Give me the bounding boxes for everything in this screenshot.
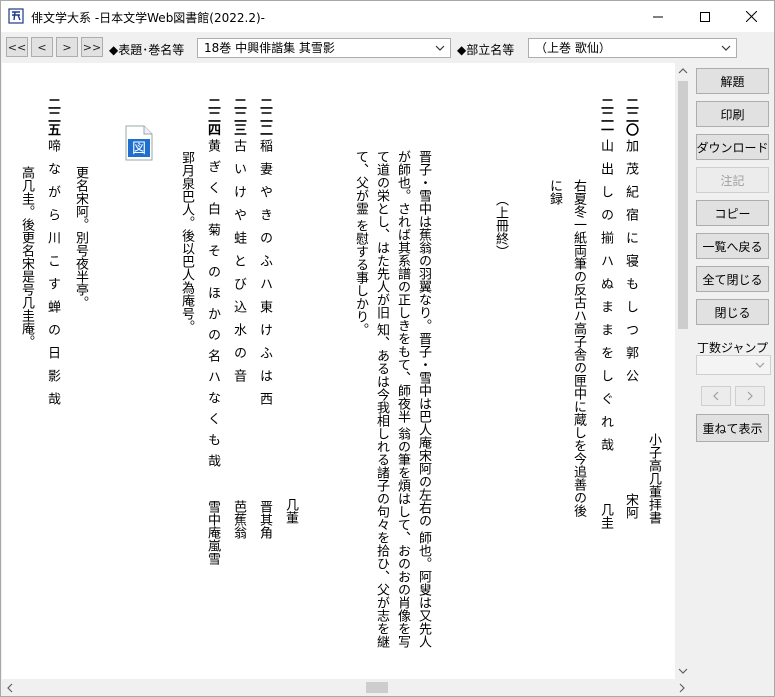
print-button[interactable]: 印刷 — [696, 101, 769, 127]
section-select-value: （上巻 歌仙） — [535, 41, 611, 55]
postscript-author: 小子高几董拝書 — [646, 433, 661, 524]
figure-icon-label: 図 — [132, 141, 146, 157]
copy-button[interactable]: コピー — [696, 200, 769, 226]
chevron-left-icon[interactable] — [6, 683, 14, 693]
verse-text: 山出しの揃ハぬままをしぐれ哉 — [598, 139, 613, 461]
verse-number: 二二四 — [205, 97, 220, 136]
minimize-icon — [653, 16, 663, 17]
verse-author: 芭蕉翁 — [231, 500, 246, 539]
prose-line: を慰する事しかり。 — [353, 219, 368, 337]
prev-page-button[interactable]: < — [31, 37, 53, 57]
chevron-left-icon — [713, 391, 719, 401]
verse-text: 啼ながら川こす蝉の日影哉 — [45, 139, 60, 415]
horizontal-scroll-thumb[interactable] — [366, 682, 388, 693]
back-to-list-button[interactable]: 一覧へ戻る — [696, 233, 769, 259]
page-jump-label: 丁数ジャンプ — [697, 341, 769, 355]
chevron-down-icon — [435, 45, 445, 51]
maximize-button[interactable] — [682, 1, 728, 32]
next-page-button[interactable]: > — [56, 37, 78, 57]
vertical-scrollbar[interactable] — [675, 63, 691, 679]
commentary-button[interactable]: 解題 — [696, 68, 769, 94]
close-all-button[interactable]: 全て閉じる — [696, 266, 769, 292]
figure-icon[interactable]: 図 — [124, 125, 154, 161]
verse-number: 二二〇 — [623, 97, 638, 136]
verse-author: 雪中庵嵐雪 — [205, 500, 220, 565]
book-icon — [8, 8, 24, 24]
note-text: に録 — [547, 179, 562, 205]
note-text: 郢月泉巴人。後以巴人為庵号。 — [179, 151, 194, 333]
verse-author: 晋其角 — [257, 500, 272, 539]
verse-number: 二二一 — [598, 97, 613, 136]
title-label: ◆表題･巻名等 — [109, 43, 185, 57]
section-select[interactable]: （上巻 歌仙） — [528, 38, 737, 58]
note-text: 右夏冬一紙両筆の反古ハ高子舎の匣中に蔵しを今追善の後 — [571, 179, 586, 517]
chevron-down-icon — [721, 45, 731, 51]
download-button[interactable]: ダウンロード — [696, 134, 769, 160]
chevron-up-icon[interactable] — [678, 67, 688, 75]
maximize-icon — [700, 11, 710, 22]
notes-button[interactable]: 注記 — [696, 167, 769, 193]
signature: 几董 — [283, 498, 298, 524]
application-window: 俳文学大系 -日本文学Web図書館(2022.2)- << < > >> ◆表題… — [0, 0, 775, 697]
page-jump-select[interactable] — [696, 355, 771, 375]
verse-text: 稲妻やきのふハ東けふは西 — [257, 139, 272, 415]
close-window-button[interactable] — [728, 1, 774, 32]
section-label: ◆部立名等 — [457, 43, 515, 57]
title-select[interactable]: 18巻 中興俳諧集 其雪影 — [197, 38, 451, 58]
minimize-button[interactable] — [635, 1, 681, 32]
title-select-value: 18巻 中興俳諧集 其雪影 — [204, 41, 335, 55]
chevron-down-icon[interactable] — [678, 667, 688, 675]
first-page-button[interactable]: << — [6, 37, 28, 57]
verse-text: 加茂紀宿に寝もしつ郭公 — [623, 139, 638, 392]
title-bar: 俳文学大系 -日本文学Web図書館(2022.2)- — [1, 1, 774, 32]
close-button[interactable]: 閉じる — [696, 299, 769, 325]
verse-author: 几圭 — [598, 503, 613, 529]
overlay-view-button[interactable]: 重ねて表示 — [696, 414, 769, 442]
verse-number: 二二三 — [231, 97, 246, 136]
verse-author: 宋阿 — [623, 493, 638, 519]
verse-number: 二二二 — [257, 97, 272, 136]
verse-text: 黄ぎく白菊そのほかの名ハなくも哉 — [205, 139, 220, 475]
text-viewer[interactable]: 小子高几董拝書 二二〇 加茂紀宿に寝もしつ郭公 宋阿 二二一 山出しの揃ハぬまま… — [2, 63, 691, 679]
window-title: 俳文学大系 -日本文学Web図書館(2022.2)- — [31, 11, 265, 25]
note-text: 更名宋阿。別号夜半亭。 — [73, 166, 88, 309]
chevron-down-icon — [755, 362, 765, 368]
chevron-right-icon — [747, 391, 753, 401]
chevron-right-icon[interactable] — [678, 683, 686, 693]
jump-next-button[interactable] — [735, 386, 765, 406]
prose-paragraph: 晋子・雪中は蕉翁の羽翼なり。晋子・雪中は巴人庵宋阿の左右の 師也。阿叟は又先人が… — [314, 150, 434, 660]
vertical-scroll-thumb[interactable] — [678, 81, 688, 329]
prose-line: 晋子・雪中は蕉翁の羽翼なり。晋子・雪中は巴人庵宋阿の左右の — [416, 150, 431, 527]
verse-text: 古いけや蛙とび込水の音 — [231, 139, 246, 392]
toolbar: << < > >> ◆表題･巻名等 18巻 中興俳諧集 其雪影 ◆部立名等 （上… — [1, 32, 774, 62]
close-icon — [745, 11, 757, 22]
note-text: 高几圭。後更名宋是号几圭庵。 — [19, 166, 34, 348]
verse-number: 二二五 — [45, 97, 60, 136]
jump-prev-button[interactable] — [701, 386, 731, 406]
last-page-button[interactable]: >> — [81, 37, 103, 57]
horizontal-scrollbar[interactable] — [2, 679, 691, 696]
volume-end-mark: （上冊終） — [493, 193, 508, 258]
